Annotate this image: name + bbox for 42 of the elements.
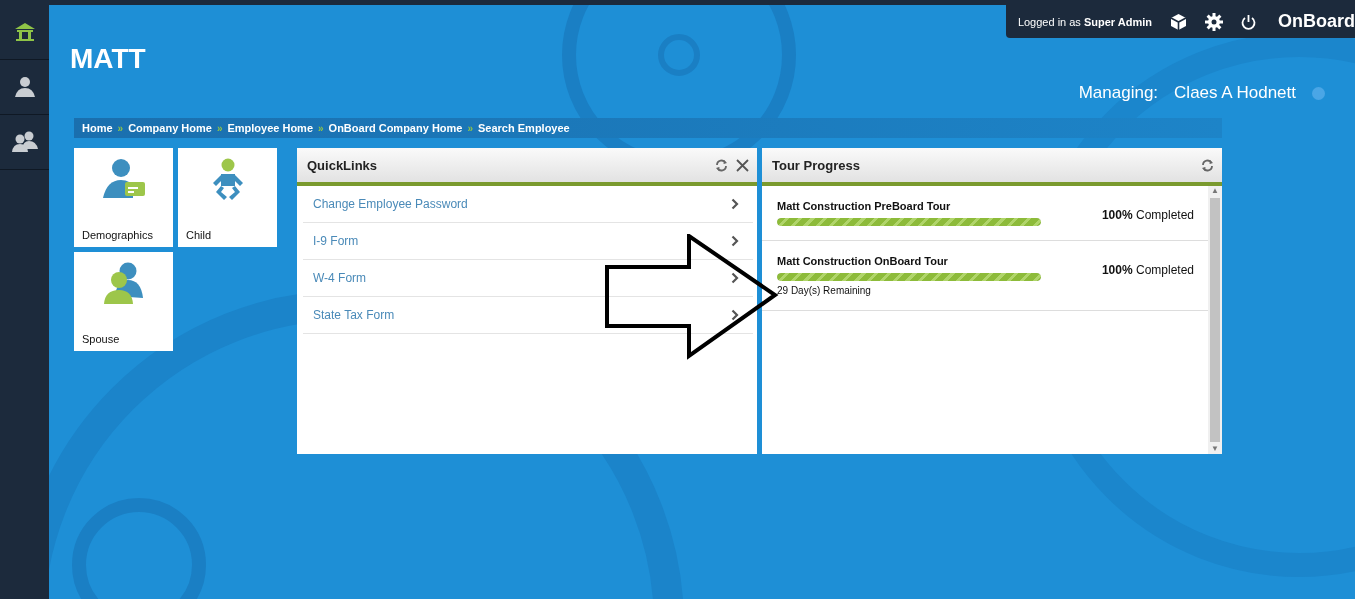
settings-icon[interactable]	[1205, 12, 1223, 31]
breadcrumb-separator: »	[467, 122, 473, 134]
close-icon[interactable]	[736, 158, 749, 172]
refresh-icon[interactable]	[715, 158, 728, 172]
quick-link[interactable]: State Tax Form	[313, 308, 395, 322]
tour-name: Matt Construction OnBoard Tour	[777, 255, 949, 267]
chevron-icon	[731, 198, 739, 210]
breadcrumb-separator: »	[216, 122, 223, 134]
quick-link[interactable]: Change Employee Password	[313, 197, 468, 211]
chevron-icon	[731, 272, 739, 284]
home-icon	[13, 22, 36, 42]
panel-title: Tour Progress	[772, 157, 861, 173]
people-icon	[10, 131, 39, 153]
brand-name: OnBoard	[1278, 11, 1355, 32]
managed-employee-name: Claes A Hodnett	[1174, 83, 1296, 103]
days-remaining: 29 Day(s) Remaining	[777, 285, 872, 296]
scrollbar[interactable]: ▲ ▼	[1208, 186, 1222, 454]
breadcrumb-separator: »	[117, 122, 124, 134]
managing-label: Managing:	[1078, 83, 1159, 103]
completion-status: 100% Completed	[1100, 208, 1194, 224]
person-icon	[13, 76, 36, 98]
breadcrumb-link[interactable]: OnBoard Company Home	[328, 122, 463, 134]
breadcrumb-link[interactable]: Search Employee	[478, 122, 570, 134]
completion-status: 100% Completed	[1100, 263, 1194, 279]
chevron-icon	[731, 235, 739, 247]
tile[interactable]: Spouse	[74, 252, 173, 351]
quick-link[interactable]: I-9 Form	[313, 234, 359, 248]
login-status: Logged in as Super Admin	[1017, 15, 1152, 28]
breadcrumb-link[interactable]: Home	[82, 122, 113, 134]
breadcrumb-link[interactable]: Employee Home	[227, 122, 314, 134]
page-title: MATT	[70, 43, 146, 75]
breadcrumb-link[interactable]: Company Home	[128, 122, 212, 134]
chevron-icon	[731, 309, 739, 321]
box-icon[interactable]	[1170, 12, 1187, 31]
panel-title: QuickLinks	[307, 157, 379, 173]
refresh-icon[interactable]	[1201, 158, 1214, 172]
tile[interactable]: Child	[178, 148, 277, 247]
power-icon[interactable]	[1241, 13, 1256, 30]
quick-link[interactable]: W-4 Form	[313, 271, 367, 285]
breadcrumb-separator: »	[318, 122, 324, 134]
tour-name: Matt Construction PreBoard Tour	[777, 200, 952, 212]
tile[interactable]: Demographics	[74, 148, 173, 247]
